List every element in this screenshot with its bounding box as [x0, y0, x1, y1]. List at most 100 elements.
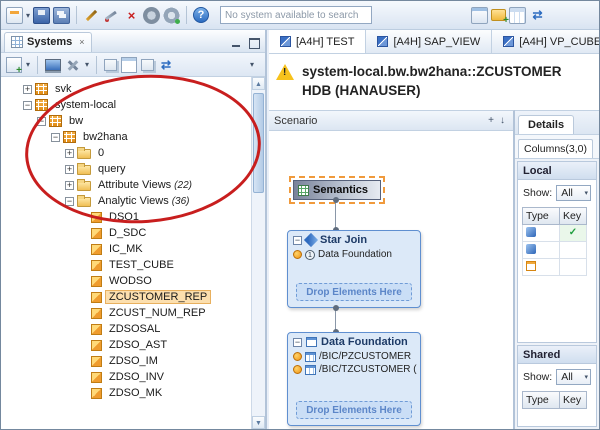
view-menu-icon[interactable]: ▾ [244, 57, 260, 73]
system-monitor-icon[interactable] [45, 59, 61, 71]
minimize-icon[interactable] [230, 37, 243, 48]
collapse-toggle-icon[interactable]: − [37, 117, 46, 126]
new-dropdown-icon[interactable]: ▾ [26, 11, 30, 20]
table-row[interactable]: ✓ [522, 225, 592, 242]
key-cell[interactable] [559, 259, 587, 276]
scenario-canvas[interactable]: Semantics Star Join Data Foundation [269, 131, 513, 429]
data-foundation-row[interactable]: /BIC/TZCUSTOMER ( [288, 363, 420, 376]
edit-icon[interactable] [83, 7, 100, 24]
editor-tab-test[interactable]: [A4H] TEST [269, 30, 366, 53]
add-system-dropdown-icon[interactable]: ▾ [26, 60, 30, 69]
navigate-down-icon[interactable]: ↓ [497, 115, 508, 126]
close-icon[interactable]: × [79, 37, 84, 47]
new-wizard-icon[interactable] [6, 7, 23, 24]
add-system-icon[interactable] [6, 57, 22, 73]
tree-item-bw2hana[interactable]: −bw2hana [1, 129, 251, 145]
tree-item-label: svk [52, 83, 75, 95]
administration-icon[interactable] [65, 57, 81, 73]
tree-item-analytic-views[interactable]: −Analytic Views (36) [1, 193, 251, 209]
scroll-up-icon[interactable]: ▲ [252, 77, 265, 90]
key-check-cell[interactable]: ✓ [559, 225, 587, 242]
star-join-node[interactable]: Star Join Data Foundation Drop Elements … [287, 230, 421, 308]
column-header-type[interactable]: Type [522, 207, 560, 225]
collapse-icon[interactable] [293, 236, 302, 245]
signature-icon[interactable] [103, 7, 120, 24]
administration-dropdown-icon[interactable]: ▾ [85, 60, 89, 69]
table-row[interactable] [522, 259, 592, 276]
tree-item-dso1[interactable]: DSO1 [1, 209, 251, 225]
key-cell[interactable] [559, 242, 587, 259]
editor-tab-bar: [A4H] TEST [A4H] SAP_VIEW [A4H] VP_CUBE [269, 30, 599, 54]
tree-item-label: TEST_CUBE [106, 259, 177, 271]
scrollbar-thumb[interactable] [253, 93, 264, 193]
tree-item-zdso-im[interactable]: ZDSO_IM [1, 353, 251, 369]
tree-item-0[interactable]: +0 [1, 145, 251, 161]
data-foundation-drop-area[interactable]: Drop Elements Here [296, 401, 412, 419]
save-icon[interactable] [33, 7, 50, 24]
star-join-drop-area[interactable]: Drop Elements Here [296, 283, 412, 301]
collapse-toggle-icon[interactable]: − [23, 101, 32, 110]
data-foundation-row[interactable]: /BIC/PZCUSTOMER [288, 350, 420, 363]
tree-item-zdso-inv[interactable]: ZDSO_INV [1, 369, 251, 385]
help-icon[interactable]: ? [193, 7, 209, 23]
tree-item-system-local[interactable]: −system-local [1, 97, 251, 113]
tree-item-d-sdc[interactable]: D_SDC [1, 225, 251, 241]
editor-tab-sap-view[interactable]: [A4H] SAP_VIEW [366, 30, 492, 53]
new-package-icon[interactable] [491, 9, 506, 21]
maximize-icon[interactable] [247, 37, 260, 48]
columns-tab[interactable]: Columns(3,0) [518, 139, 593, 158]
tree-scrollbar[interactable]: ▲ ▼ [251, 77, 265, 429]
settings-gear-icon[interactable] [163, 7, 180, 24]
link-editor-icon[interactable] [141, 59, 154, 71]
chevron-down-icon: ▾ [584, 373, 588, 381]
editor-tab-vp-cube[interactable]: [A4H] VP_CUBE [492, 30, 599, 53]
tree-item-attribute-views[interactable]: +Attribute Views (22) [1, 177, 251, 193]
tree-item-ic-mk[interactable]: IC_MK [1, 241, 251, 257]
tree-item-wodso[interactable]: WODSO [1, 273, 251, 289]
search-input[interactable] [221, 7, 371, 23]
sql-console-icon[interactable] [121, 57, 137, 73]
auto-arrange-icon[interactable]: + [485, 115, 497, 126]
collapse-toggle-icon[interactable]: − [65, 197, 74, 206]
table-icon [305, 352, 316, 362]
tree-item-bw[interactable]: −bw [1, 113, 251, 129]
column-header-type[interactable]: Type [522, 391, 560, 409]
collapse-icon[interactable] [293, 338, 302, 347]
star-join-row[interactable]: Data Foundation [288, 248, 420, 261]
tree-item-zdso-mk[interactable]: ZDSO_MK [1, 385, 251, 401]
data-preview-icon[interactable] [509, 7, 526, 24]
open-perspective-icon[interactable] [104, 59, 117, 71]
tree-item-label: Analytic Views [95, 195, 172, 207]
tree-item-zcust-num-rep[interactable]: ZCUST_NUM_REP [1, 305, 251, 321]
show-filter-select[interactable]: All ▾ [556, 369, 591, 385]
activate-gear-icon[interactable] [143, 7, 160, 24]
tree-item-query[interactable]: +query [1, 161, 251, 177]
connector-line [335, 200, 336, 230]
data-foundation-node[interactable]: Data Foundation /BIC/PZCUSTOMER /BIC/TZC… [287, 332, 421, 426]
systems-tab[interactable]: Systems × [4, 32, 92, 52]
refresh-icon[interactable]: ⇄ [158, 57, 174, 73]
table-row[interactable] [522, 242, 592, 259]
tree-item-zcustomer-rep[interactable]: ZCUSTOMER_REP [1, 289, 251, 305]
collapse-toggle-icon[interactable]: − [51, 133, 60, 142]
tree-item-zdso-ast[interactable]: ZDSO_AST [1, 337, 251, 353]
semantics-icon [298, 185, 309, 196]
column-header-key[interactable]: Key [559, 207, 587, 225]
expand-toggle-icon[interactable]: + [65, 165, 74, 174]
expand-toggle-icon[interactable]: + [65, 149, 74, 158]
column-header-key[interactable]: Key [559, 391, 587, 409]
tree-item-zdsosal[interactable]: ZDSOSAL [1, 321, 251, 337]
tree-item-svk[interactable]: + svk [1, 81, 251, 97]
sync-icon[interactable]: ⇄ [529, 7, 546, 24]
editor-title-line1: system-local.bw.bw2hana::ZCUSTOMER [302, 62, 562, 81]
expand-toggle-icon[interactable]: + [23, 85, 32, 94]
scroll-down-icon[interactable]: ▼ [252, 416, 265, 429]
save-all-icon[interactable] [53, 7, 70, 24]
show-filter-select[interactable]: All ▾ [556, 185, 591, 201]
perspective-icon[interactable] [471, 7, 488, 24]
delete-icon[interactable]: × [123, 7, 140, 24]
expand-toggle-icon[interactable]: + [65, 181, 74, 190]
shared-section-header: Shared [518, 346, 596, 364]
tree-item-test-cube[interactable]: TEST_CUBE [1, 257, 251, 273]
details-tab[interactable]: Details [518, 115, 574, 134]
